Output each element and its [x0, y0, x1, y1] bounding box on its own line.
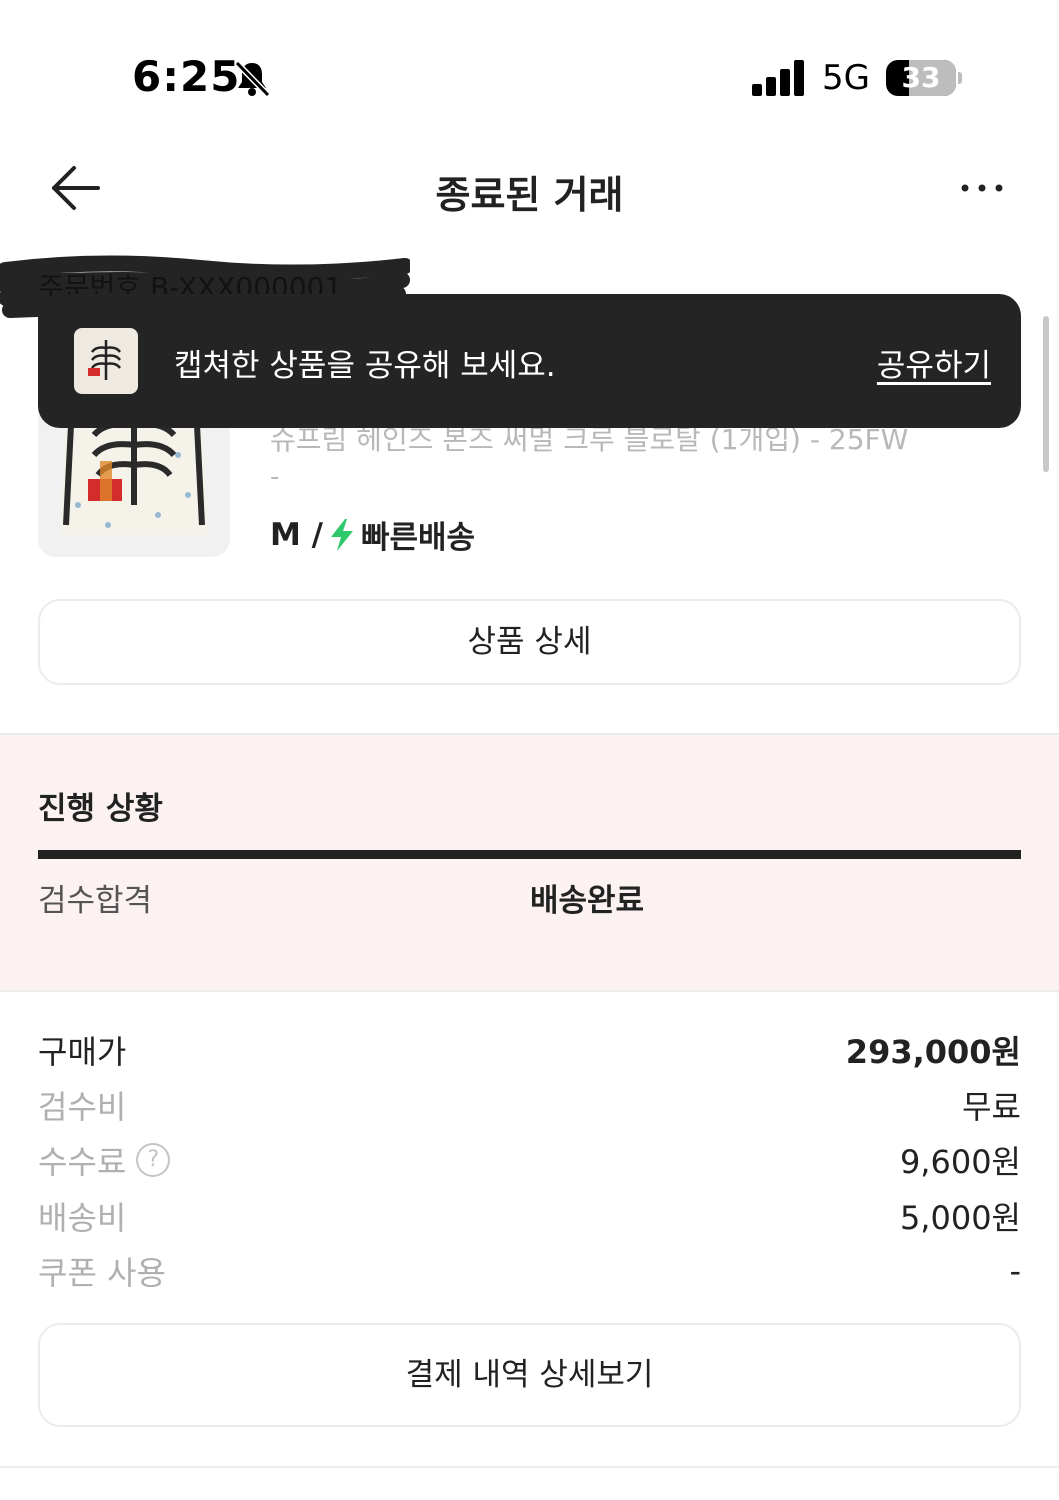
price-value: 5,000원: [899, 1199, 1021, 1237]
battery-icon: 33: [886, 60, 962, 96]
price-row-commission: 수수료 ? 9,600원: [38, 1138, 1021, 1182]
price-label: 배송비: [38, 1199, 127, 1237]
price-label: 수수료: [38, 1143, 127, 1181]
price-row-inspection-fee: 검수비 무료: [38, 1083, 1021, 1127]
section-divider: [0, 990, 1059, 992]
share-toast: 캡쳐한 상품을 공유해 보세요. 공유하기: [38, 294, 1021, 428]
cellular-signal-icon: [752, 60, 804, 96]
progress-title: 진행 상황: [38, 791, 163, 827]
progress-bar: [38, 850, 1021, 859]
progress-section: 진행 상황 검수합격 배송완료: [0, 735, 1059, 990]
more-options-icon[interactable]: [958, 176, 1006, 200]
status-time: 6:25: [132, 52, 241, 101]
section-divider: [0, 1466, 1059, 1468]
price-value: 무료: [962, 1088, 1021, 1126]
page-title: 종료된 거래: [435, 173, 624, 217]
battery-percent: 33: [901, 61, 941, 94]
product-size: M /: [270, 516, 323, 553]
price-label: 검수비: [38, 1088, 127, 1126]
price-label: 쿠폰 사용: [38, 1254, 166, 1292]
price-row-purchase: 구매가 293,000원: [38, 1028, 1021, 1072]
product-detail-button[interactable]: 상품 상세: [38, 599, 1021, 685]
price-value: 9,600원: [899, 1143, 1021, 1181]
shipping-label: 빠른배송: [360, 520, 476, 556]
scrollbar[interactable]: [1043, 316, 1049, 472]
help-icon[interactable]: ?: [136, 1143, 171, 1177]
toast-message: 캡쳐한 상품을 공유해 보세요.: [174, 348, 556, 384]
price-label-wrap: 수수료 ?: [38, 1137, 171, 1183]
toast-product-thumbnail: [74, 328, 138, 394]
product-option: M / 빠른배송: [270, 512, 475, 557]
product-subinfo: -: [270, 462, 280, 492]
price-row-shipping-fee: 배송비 5,000원: [38, 1194, 1021, 1238]
progress-step-delivered: 배송완료: [530, 883, 645, 919]
bell-muted-icon: [234, 60, 271, 98]
network-type: 5G: [822, 58, 870, 98]
price-value: 293,000원: [845, 1033, 1021, 1071]
share-button[interactable]: 공유하기: [877, 340, 991, 385]
progress-step-inspection-passed: 검수합격: [38, 883, 153, 919]
lightning-bolt-icon: [330, 518, 353, 551]
price-label: 구매가: [38, 1033, 127, 1071]
payment-details-button[interactable]: 결제 내역 상세보기: [38, 1323, 1021, 1427]
price-value: -: [1009, 1252, 1021, 1290]
price-row-coupon: 쿠폰 사용 -: [38, 1249, 1021, 1293]
